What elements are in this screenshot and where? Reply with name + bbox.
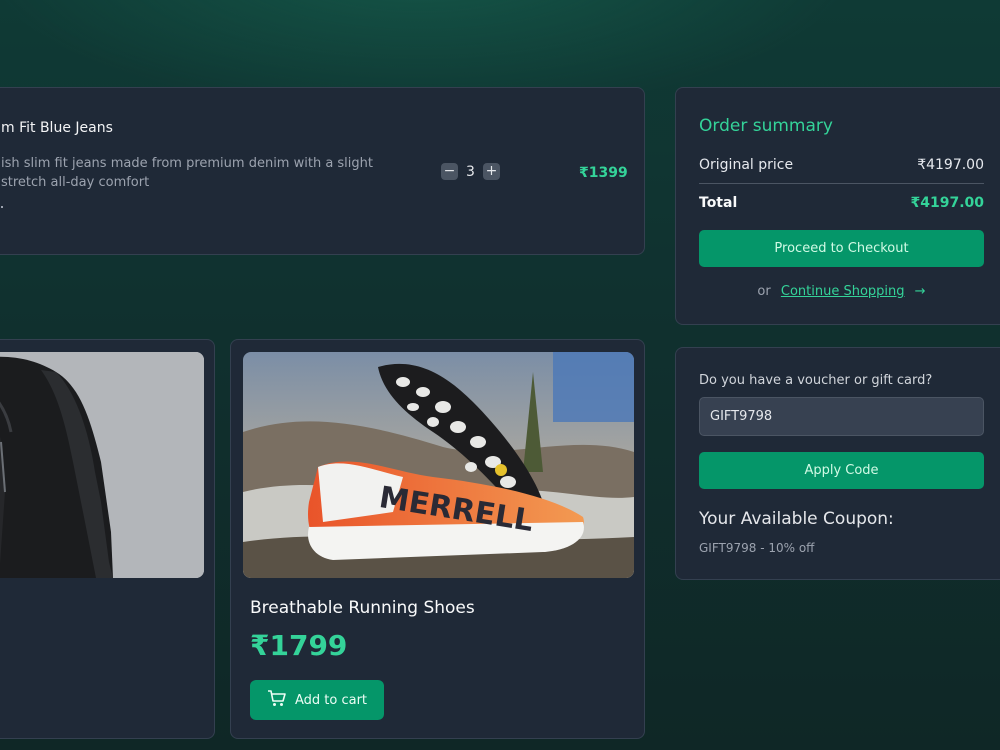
original-price-label: Original price	[699, 157, 794, 173]
decrease-quantity-button[interactable]: −	[441, 163, 458, 180]
total-row: Total ₹4197.00	[699, 195, 984, 211]
quantity-stepper: − 3 +	[441, 163, 500, 180]
or-text: or	[757, 284, 771, 299]
total-label: Total	[699, 195, 738, 211]
product-image-running-shoes[interactable]: MERRELL	[243, 352, 634, 578]
leather-jacket-illustration	[0, 352, 204, 578]
continue-shopping-link[interactable]: Continue Shopping	[781, 284, 905, 299]
add-to-cart-label: Add to cart	[294, 692, 368, 708]
original-price-row: Original price ₹4197.00	[699, 157, 984, 173]
summary-divider	[699, 183, 984, 184]
voucher-label: Do you have a voucher or gift card?	[699, 373, 933, 388]
original-price-value: ₹4197.00	[917, 157, 984, 173]
proceed-to-checkout-button[interactable]: Proceed to Checkout	[699, 230, 984, 267]
order-summary-title: Order summary	[699, 116, 833, 136]
product-price: ₹1799	[250, 629, 348, 662]
product-card	[0, 339, 215, 739]
cart-item-price: ₹1399	[579, 165, 628, 181]
running-shoes-illustration: MERRELL	[243, 352, 634, 578]
cart-item-fragment	[1, 206, 3, 208]
product-card: MERRELL Breathable Running Shoes ₹1799 A…	[230, 339, 645, 739]
apply-code-button[interactable]: Apply Code	[699, 452, 984, 489]
voucher-card: Do you have a voucher or gift card? Appl…	[675, 347, 1000, 580]
voucher-input[interactable]	[699, 397, 984, 436]
available-coupon-item[interactable]: GIFT9798 - 10% off	[699, 541, 814, 555]
product-name[interactable]: Breathable Running Shoes	[250, 598, 475, 618]
increase-quantity-button[interactable]: +	[483, 163, 500, 180]
available-coupons-title: Your Available Coupon:	[699, 509, 894, 529]
cart-item-name[interactable]: m Fit Blue Jeans	[1, 120, 113, 136]
cart-item-description: ish slim fit jeans made from premium den…	[1, 156, 373, 190]
arrow-right-icon[interactable]: →	[915, 284, 926, 299]
product-image-leather-jacket[interactable]	[0, 352, 204, 578]
continue-shopping-row: or Continue Shopping →	[699, 284, 984, 299]
quantity-value: 3	[466, 163, 475, 180]
shopping-cart-icon	[267, 689, 287, 711]
add-to-cart-button[interactable]: Add to cart	[250, 680, 384, 720]
order-summary-card: Order summary Original price ₹4197.00 To…	[675, 87, 1000, 325]
total-value: ₹4197.00	[910, 195, 984, 211]
cart-item-card: m Fit Blue Jeans ish slim fit jeans made…	[0, 87, 645, 255]
